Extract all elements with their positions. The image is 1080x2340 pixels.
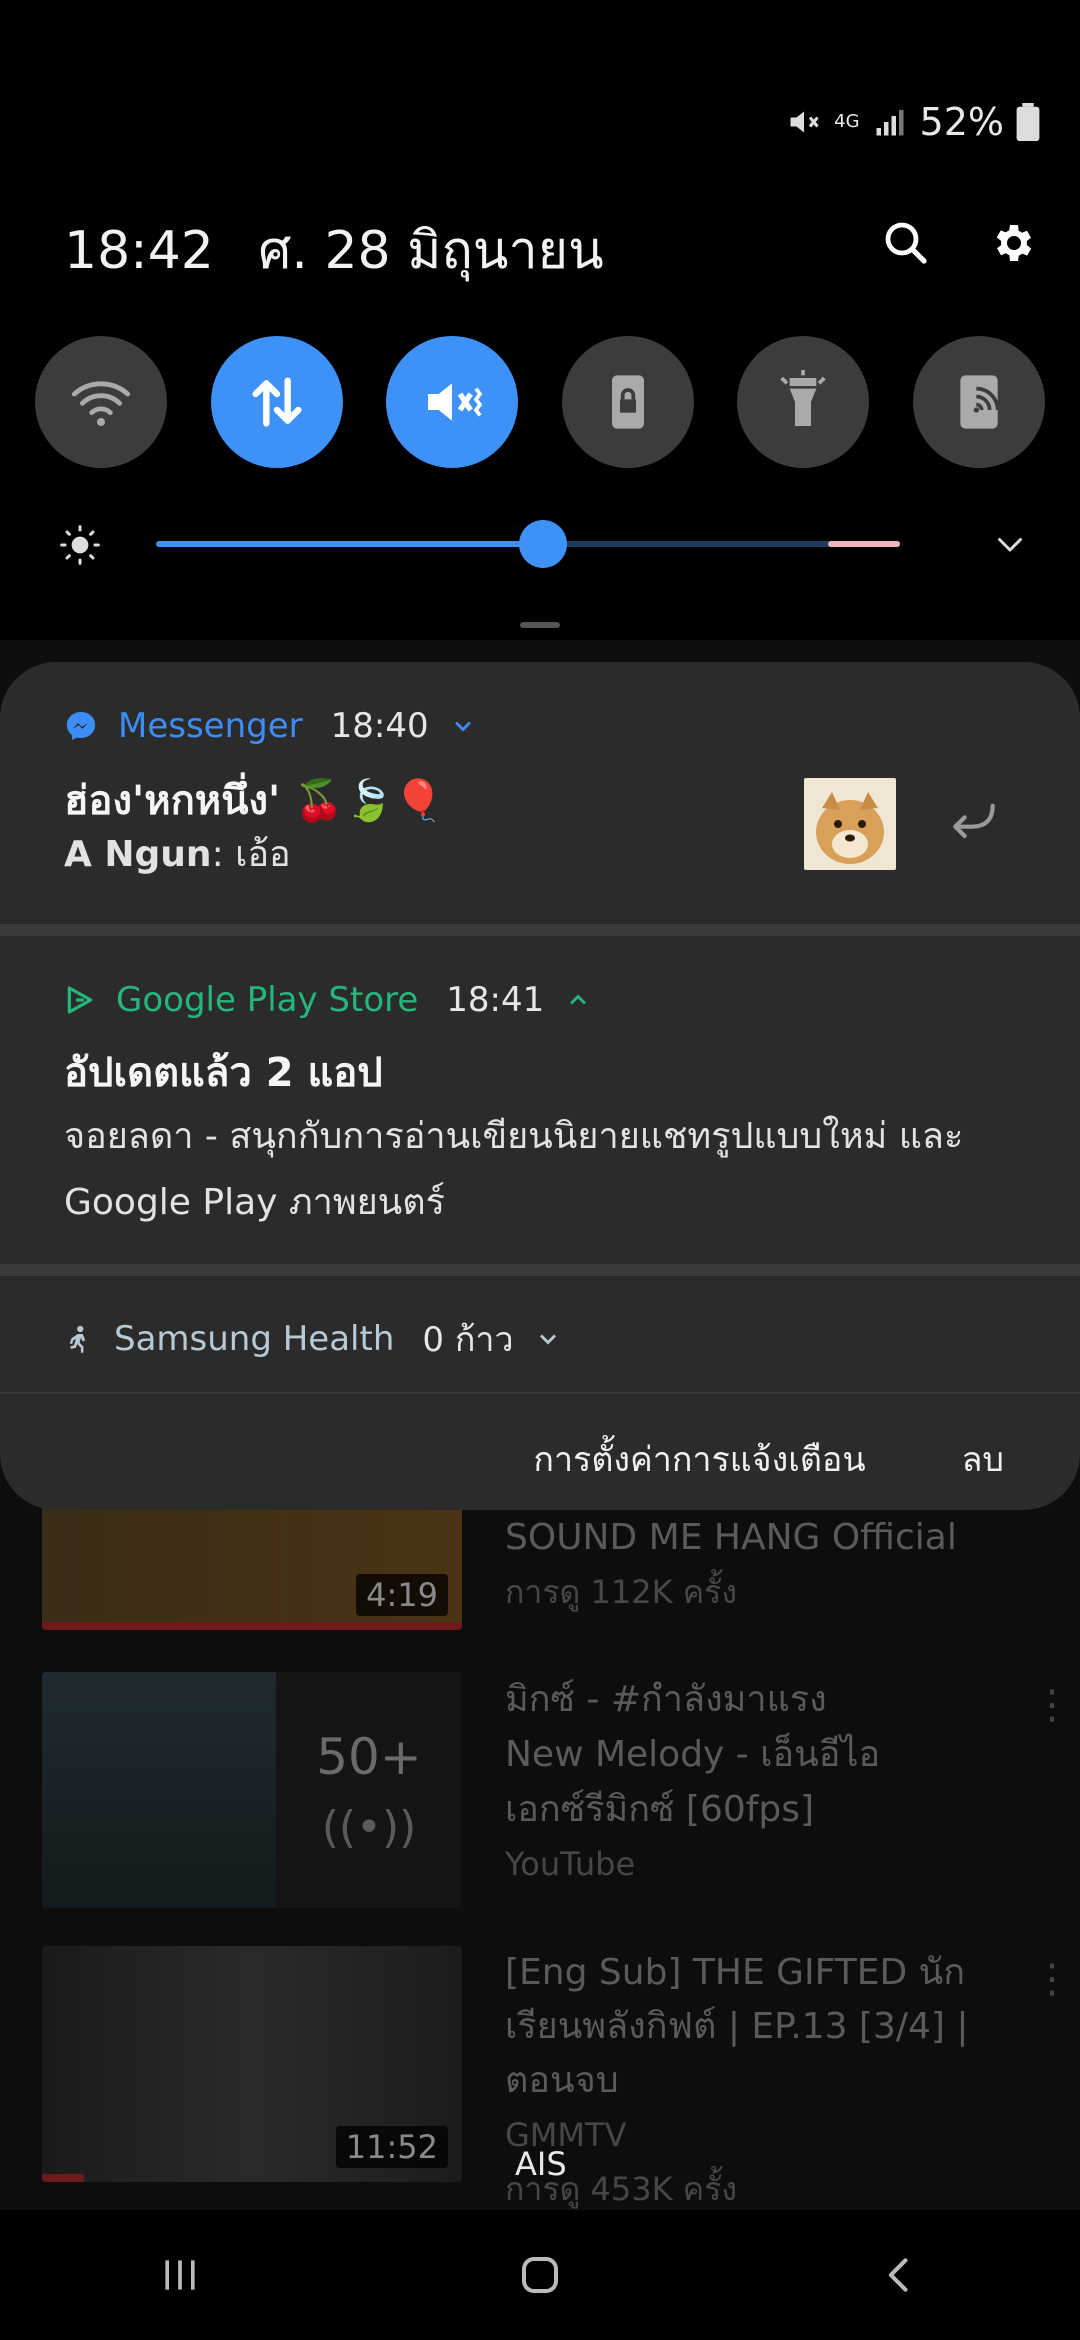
video-duration: 4:19 — [356, 1574, 448, 1616]
navigation-bar — [0, 2210, 1080, 2340]
watch-progress — [42, 1622, 462, 1630]
back-button[interactable] — [855, 2230, 945, 2320]
battery-icon — [1016, 103, 1040, 141]
wifi-icon — [71, 381, 131, 426]
network-type-label: 4G — [834, 111, 860, 132]
video-meta: มิกซ์ - #กำลังมาแรง New Melody - เอ็นอีไ… — [505, 1672, 1025, 1892]
notification-time: 18:41 — [446, 980, 545, 1020]
quick-panel: 4G 52% 18:42 ศ. 28 มิถุนายน — [0, 0, 1080, 640]
video-thumbnail: 50+ ((•)) — [42, 1672, 462, 1908]
brightness-high-zone — [828, 541, 900, 547]
notification-settings-button[interactable]: การตั้งค่าการแจ้งเตือน — [533, 1432, 865, 1486]
playlist-count: 50+ — [316, 1727, 422, 1786]
video-channel: YouTube — [505, 1845, 636, 1883]
wifi-toggle[interactable] — [35, 336, 167, 468]
quick-settings-row — [35, 336, 1045, 468]
notification-actions: การตั้งค่าการแจ้งเตือน ลบ — [533, 1432, 1004, 1486]
video-title-line: ตอนจบ — [505, 2060, 619, 2101]
chevron-down-icon[interactable] — [990, 526, 1030, 562]
video-item[interactable]: 50+ ((•)) มิกซ์ - #กำลังมาแรง New Melody… — [42, 1672, 1072, 1908]
brightness-fill — [156, 541, 543, 547]
battery-percent: 52% — [919, 100, 1004, 144]
watch-progress — [42, 2174, 84, 2182]
chevron-down-icon[interactable] — [449, 712, 477, 740]
nfc-icon — [960, 375, 1000, 429]
vibrate-mute-icon — [428, 383, 483, 421]
signal-icon — [876, 110, 904, 136]
playlist-overlay: 50+ ((•)) — [276, 1672, 462, 1908]
video-duration: 11:52 — [335, 2126, 448, 2168]
status-icons: 4G 52% — [786, 100, 1040, 144]
more-options-icon[interactable]: ⋮ — [1032, 1956, 1072, 2002]
more-options-icon[interactable]: ⋮ — [1032, 1682, 1072, 1728]
app-name: Google Play Store — [116, 980, 419, 1020]
video-title-line: [Eng Sub] THE GIFTED นัก — [505, 1952, 966, 1993]
video-title-line: เอกซ์รีมิกซ์ [60fps] — [505, 1789, 815, 1830]
divider — [0, 924, 1080, 936]
play-store-icon — [67, 986, 93, 1014]
search-icon[interactable] — [878, 215, 934, 271]
video-channel: GMMTV — [505, 2116, 627, 2154]
video-meta: [Eng Sub] THE GIFTED นัก เรียนพลังกิฟต์ … — [505, 1946, 1025, 2216]
video-meta: SOUND ME HANG Official การดู 112K ครั้ง — [505, 1510, 1025, 1620]
notification-header: Samsung Health 0 ก้าว — [64, 1312, 562, 1366]
sender-avatar — [804, 778, 896, 870]
notification-header: Google Play Store 18:41 — [64, 980, 592, 1020]
video-thumbnail: 11:52 — [42, 1946, 462, 2182]
app-name: Messenger — [118, 706, 303, 746]
notification-message: A Ngun: เอ้อ — [64, 822, 291, 888]
data-arrows-icon — [252, 377, 302, 427]
notification-time: 18:40 — [330, 706, 429, 746]
recent-apps-button[interactable] — [135, 2230, 225, 2320]
step-count: 0 ก้าว — [422, 1320, 514, 1360]
reply-icon[interactable] — [946, 794, 1002, 850]
settings-gear-icon[interactable] — [984, 215, 1040, 271]
messenger-icon — [66, 711, 96, 741]
recent-apps-icon — [165, 2260, 195, 2290]
notification-header: Messenger 18:40 — [64, 706, 477, 746]
brightness-sun-icon — [60, 525, 100, 565]
video-views: การดู 112K ครั้ง — [505, 1573, 737, 1611]
home-button[interactable] — [495, 2230, 585, 2320]
app-name: Samsung Health — [114, 1319, 395, 1359]
clock-date: 18:42 ศ. 28 มิถุนายน — [64, 208, 604, 291]
message-text: : เอ้อ — [211, 834, 291, 875]
mobile-data-toggle[interactable] — [210, 336, 343, 468]
nfc-toggle[interactable] — [912, 336, 1045, 468]
date-label: ศ. 28 มิถุนายน — [258, 221, 604, 281]
clear-all-button[interactable]: ลบ — [962, 1432, 1004, 1486]
mute-icon — [790, 111, 819, 133]
clock-time: 18:42 — [64, 221, 214, 281]
radio-icon: ((•)) — [321, 1801, 417, 1853]
lock-phone-icon — [611, 375, 644, 429]
home-icon — [522, 2257, 558, 2293]
chevron-down-icon[interactable] — [534, 1325, 562, 1353]
notification-body: จอยลดา - สนุกกับการอ่านเขียนนิยายแชทรูปแ… — [64, 1104, 963, 1236]
video-title-line: มิกซ์ - #กำลังมาแรง — [505, 1679, 827, 1720]
flashlight-toggle[interactable] — [737, 336, 870, 468]
divider — [0, 1264, 1080, 1276]
carrier-label: AIS — [515, 2145, 567, 2183]
chevron-up-icon[interactable] — [564, 986, 592, 1014]
divider — [0, 1392, 1080, 1394]
notification-body-line: จอยลดา - สนุกกับการอ่านเขียนนิยายแชทรูปแ… — [64, 1116, 964, 1157]
brightness-control — [60, 520, 1030, 570]
video-views: การดู 453K ครั้ง — [505, 2170, 737, 2208]
video-title-line: เรียนพลังกิฟต์ | EP.13 [3/4] | — [505, 2006, 969, 2047]
video-channel: SOUND ME HANG Official — [505, 1517, 957, 1558]
notification-body-line: Google Play ภาพยนตร์ — [64, 1182, 446, 1223]
brightness-thumb[interactable] — [518, 520, 567, 568]
sound-toggle[interactable] — [386, 336, 519, 468]
video-title-line: New Melody - เอ็นอีไอ — [505, 1734, 881, 1775]
sender-name: A Ngun — [64, 834, 212, 875]
drag-handle[interactable] — [520, 622, 560, 628]
notification-title: อัปเดตแล้ว 2 แอป — [64, 1050, 383, 1096]
notification-card: Messenger 18:40 ฮ่อง'หกหนึ่ง' 🍒🍃🎈 A Ngun… — [0, 662, 1080, 1510]
screen-lock-toggle[interactable] — [561, 336, 694, 468]
walking-person-icon — [69, 1325, 86, 1353]
panel-actions — [878, 215, 1040, 271]
back-icon — [888, 2258, 908, 2292]
flashlight-icon — [780, 370, 827, 426]
